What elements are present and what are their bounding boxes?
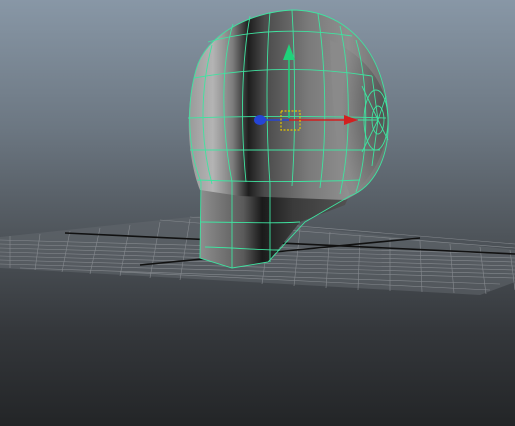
3d-viewport[interactable] [0,0,515,426]
manipulator-z-handle-icon[interactable] [254,115,266,125]
viewport-canvas[interactable] [0,0,515,426]
